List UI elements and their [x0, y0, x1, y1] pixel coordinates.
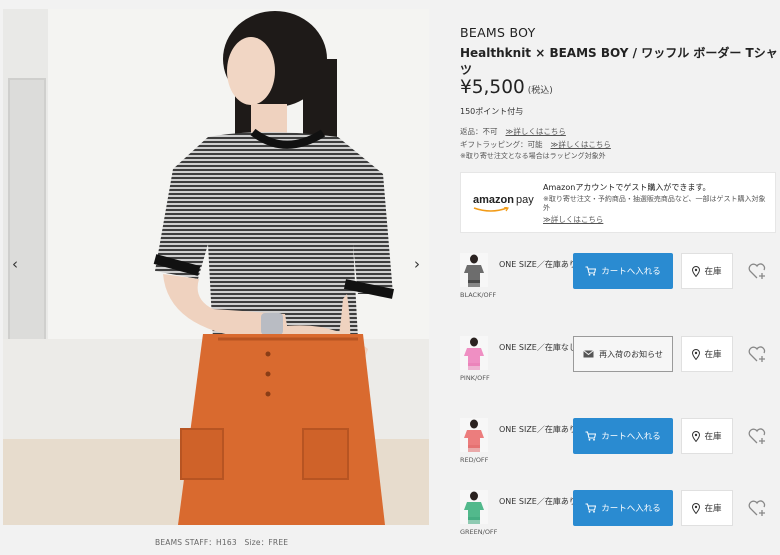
amazon-pay-note: ※取り寄せ注文・予約商品・抽選販売商品など、一部はゲスト購入対象外: [543, 195, 766, 212]
favorite-heart-add-icon[interactable]: [747, 426, 767, 446]
favorite-heart-add-icon[interactable]: [747, 498, 767, 518]
amazon-logo-text: amazon: [473, 194, 514, 206]
amazon-pay-box: amazon pay Amazonアカウントでゲスト購入ができます。 ※取り寄せ注…: [460, 172, 776, 233]
add-to-cart-button[interactable]: カートへ入れる: [573, 490, 673, 526]
gift-link[interactable]: ≫詳しくはこちら: [551, 140, 611, 149]
store-stock-label: 在庫: [704, 350, 722, 360]
variant-row: GREEN/OFF ONE SIZE／在庫あり カートへ入れる 在庫: [460, 490, 776, 552]
restock-notify-button[interactable]: 再入荷のお知らせ: [573, 336, 673, 372]
variant-thumbnail-image: [460, 253, 488, 287]
variant-color-label: GREEN/OFF: [460, 528, 498, 536]
variant-thumbnail[interactable]: [460, 418, 488, 452]
store-stock-label: 在庫: [704, 432, 722, 442]
amazon-smile-icon: [473, 207, 509, 212]
store-stock-button[interactable]: 在庫: [681, 490, 733, 526]
store-stock-button[interactable]: 在庫: [681, 418, 733, 454]
price-value: ¥5,500: [460, 77, 525, 98]
variant-color-label: BLACK/OFF: [460, 291, 497, 299]
variant-thumbnail[interactable]: [460, 336, 488, 370]
location-pin-icon: [692, 265, 701, 277]
chevron-right-icon: ›: [414, 255, 420, 273]
variant-color-label: PINK/OFF: [460, 374, 490, 382]
location-pin-icon: [692, 348, 701, 360]
variant-row: RED/OFF ONE SIZE／在庫あり カートへ入れる 在庫: [460, 418, 776, 480]
variant-thumbnail-image: [460, 490, 488, 524]
photo-caption: BEAMS STAFF：H163 Size：FREE: [155, 538, 289, 547]
variant-row: PINK/OFF ONE SIZE／在庫なし 再入荷のお知らせ 在庫: [460, 336, 776, 398]
cart-icon: [585, 431, 597, 441]
points-note: 150ポイント付与: [460, 107, 524, 116]
store-stock-button[interactable]: 在庫: [681, 253, 733, 289]
add-to-cart-label: カートへ入れる: [601, 267, 661, 277]
previous-photo-button[interactable]: ‹: [12, 255, 18, 273]
gift-label: ギフトラッピング：可能: [460, 140, 543, 149]
location-pin-icon: [692, 430, 701, 442]
product-photo: [3, 9, 429, 525]
gift-row: ギフトラッピング：可能 ≫詳しくはこちら: [460, 139, 611, 150]
cart-icon: [585, 503, 597, 513]
add-to-cart-label: カートへ入れる: [601, 504, 661, 514]
variant-size-stock: ONE SIZE／在庫あり: [499, 260, 577, 269]
amazon-pay-headline: Amazonアカウントでゲスト購入ができます。: [543, 183, 711, 192]
restock-notify-label: 再入荷のお知らせ: [599, 349, 663, 359]
returns-row: 返品：不可 ≫詳しくはこちら: [460, 126, 566, 137]
mail-icon: [583, 350, 594, 358]
location-pin-icon: [692, 502, 701, 514]
variant-size-stock: ONE SIZE／在庫なし: [499, 343, 577, 352]
next-photo-button[interactable]: ›: [414, 255, 420, 273]
favorite-heart-add-icon[interactable]: [747, 344, 767, 364]
store-stock-label: 在庫: [704, 267, 722, 277]
gift-note: ※取り寄せ注文となる場合はラッピング対象外: [460, 152, 606, 160]
pay-logo-text: pay: [515, 194, 534, 206]
tax-note: (税込): [527, 86, 553, 96]
favorite-heart-add-icon[interactable]: [747, 261, 767, 281]
amazon-pay-logo: amazon pay: [473, 194, 534, 206]
returns-link[interactable]: ≫詳しくはこちら: [506, 127, 566, 136]
model-photo-image: [3, 9, 429, 525]
add-to-cart-label: カートへ入れる: [601, 432, 661, 442]
variant-row: BLACK/OFF ONE SIZE／在庫あり カートへ入れる 在庫: [460, 253, 776, 315]
variant-thumbnail-image: [460, 418, 488, 452]
cart-icon: [585, 266, 597, 276]
product-title: Healthknit × BEAMS BOY / ワッフル ボーダー Tシャツ: [460, 46, 778, 77]
price: ¥5,500 (税込): [460, 77, 553, 98]
variant-color-label: RED/OFF: [460, 456, 489, 464]
add-to-cart-button[interactable]: カートへ入れる: [573, 418, 673, 454]
variant-size-stock: ONE SIZE／在庫あり: [499, 425, 577, 434]
variant-thumbnail[interactable]: [460, 490, 488, 524]
chevron-left-icon: ‹: [12, 255, 18, 273]
variant-thumbnail-image: [460, 336, 488, 370]
variant-thumbnail[interactable]: [460, 253, 488, 287]
add-to-cart-button[interactable]: カートへ入れる: [573, 253, 673, 289]
store-stock-label: 在庫: [704, 504, 722, 514]
returns-label: 返品：不可: [460, 127, 498, 136]
variant-size-stock: ONE SIZE／在庫あり: [499, 497, 577, 506]
store-stock-button[interactable]: 在庫: [681, 336, 733, 372]
brand-name[interactable]: BEAMS BOY: [460, 25, 536, 40]
amazon-pay-link[interactable]: ≫詳しくはこちら: [543, 214, 603, 225]
